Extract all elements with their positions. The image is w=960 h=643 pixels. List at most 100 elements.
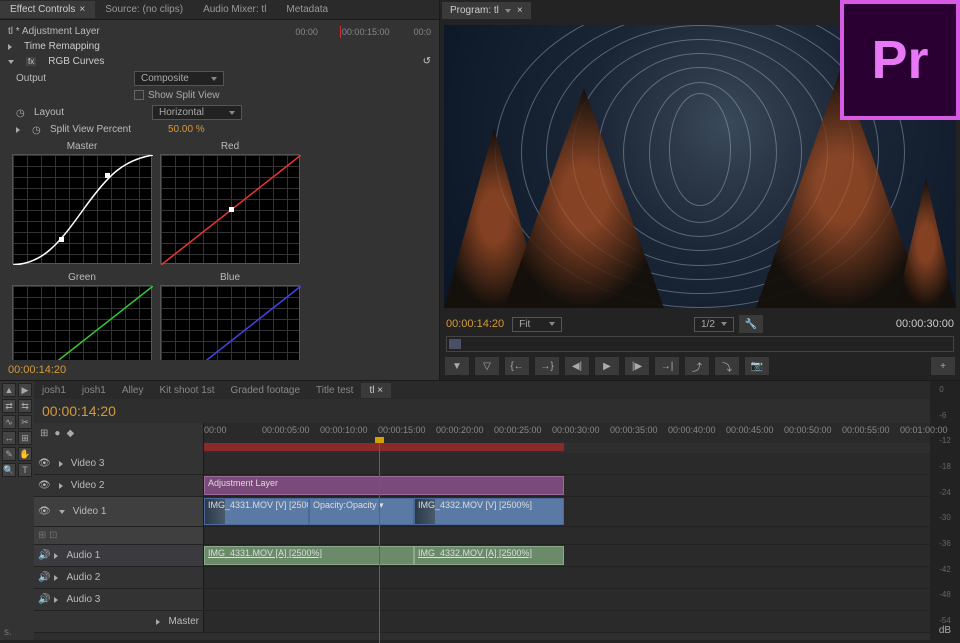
- program-fit-dropdown[interactable]: Fit: [512, 317, 562, 332]
- param-split-percent-label: Split View Percent: [50, 124, 160, 135]
- program-tc-left[interactable]: 00:00:14:20: [446, 318, 504, 330]
- meter-tick: -6: [939, 411, 951, 420]
- track-header-master[interactable]: Master: [34, 611, 204, 632]
- track-header-a1[interactable]: 🔊Audio 1: [34, 545, 204, 566]
- close-icon[interactable]: ×: [377, 385, 383, 396]
- ripple-tool[interactable]: ⇄: [2, 399, 16, 413]
- eye-icon[interactable]: 👁: [38, 458, 51, 469]
- timeline-playhead[interactable]: [379, 443, 380, 643]
- hand-tool[interactable]: ✋: [18, 447, 32, 461]
- slide-tool[interactable]: ⊞: [18, 431, 32, 445]
- mute-icon[interactable]: 🔊: [38, 594, 50, 605]
- timeline-ruler[interactable]: 00:0000:00:05:0000:00:10:0000:00:15:0000…: [204, 423, 930, 443]
- meter-tick: -48: [939, 590, 951, 599]
- ruler-tick: 00:00:05:00: [262, 425, 310, 435]
- curve-red[interactable]: [160, 154, 300, 264]
- track-header-v3[interactable]: 👁 Video 3: [34, 453, 204, 474]
- meter-tick: -18: [939, 462, 951, 471]
- extract-button[interactable]: ⤵: [714, 356, 740, 376]
- reset-icon[interactable]: ↺: [423, 56, 431, 67]
- step-forward-button[interactable]: |▶: [624, 356, 650, 376]
- program-tab[interactable]: Program: tl ×: [442, 2, 531, 19]
- track-header-a2[interactable]: 🔊Audio 2: [34, 567, 204, 588]
- rolling-tool[interactable]: ⇆: [18, 399, 32, 413]
- meter-tick: -12: [939, 436, 951, 445]
- effect-section-time-remapping[interactable]: Time Remapping: [4, 39, 435, 54]
- premiere-logo: Pr: [840, 0, 960, 120]
- close-icon[interactable]: ×: [79, 4, 85, 15]
- sequence-tab[interactable]: Alley: [114, 383, 152, 398]
- track-header-v2[interactable]: 👁 Video 2: [34, 475, 204, 496]
- marker-icon[interactable]: ◆: [66, 428, 74, 439]
- meter-tick: 0: [939, 385, 951, 394]
- program-zoom-dropdown[interactable]: 1/2: [694, 317, 734, 332]
- mute-icon[interactable]: 🔊: [38, 572, 50, 583]
- tab-audio-mixer[interactable]: Audio Mixer: tl: [193, 1, 276, 18]
- close-icon[interactable]: ×: [517, 5, 523, 16]
- pen-tool[interactable]: ✎: [2, 447, 16, 461]
- mark-out-button[interactable]: ▽: [474, 356, 500, 376]
- effect-section-rgb-curves[interactable]: fx RGB Curves ↺: [4, 54, 435, 69]
- clip-adjustment-layer[interactable]: Adjustment Layer: [204, 476, 564, 495]
- selection-tool[interactable]: ▲: [2, 383, 16, 397]
- effect-controls-panel: Effect Controls× Source: (no clips) Audi…: [0, 0, 440, 380]
- track-header-v1-sub[interactable]: ⊞ ⊡: [34, 527, 204, 544]
- mute-icon[interactable]: 🔊: [38, 550, 50, 561]
- go-to-in-button[interactable]: {←: [504, 356, 530, 376]
- ruler-tick: 00:00: [295, 27, 318, 37]
- wrench-icon[interactable]: 🔧: [738, 314, 764, 334]
- snap-icon[interactable]: ⊞: [40, 428, 48, 439]
- layout-dropdown[interactable]: Horizontal: [152, 105, 242, 120]
- ruler-tick: 00:00:20:00: [436, 425, 484, 435]
- tab-effect-controls[interactable]: Effect Controls×: [0, 1, 95, 18]
- effect-timecode[interactable]: 00:00:14:20: [0, 360, 439, 380]
- eye-icon[interactable]: 👁: [38, 480, 51, 491]
- sequence-tab[interactable]: Title test: [308, 383, 361, 398]
- tab-source[interactable]: Source: (no clips): [95, 1, 193, 18]
- play-button[interactable]: ▶: [594, 356, 620, 376]
- sequence-tab[interactable]: josh1: [34, 383, 74, 398]
- output-dropdown[interactable]: Composite: [134, 71, 224, 86]
- clip-audio[interactable]: IMG_4331.MOV [A] [2500%]: [204, 546, 414, 565]
- type-tool[interactable]: T: [18, 463, 32, 477]
- work-area-bar[interactable]: [204, 443, 930, 453]
- curve-green[interactable]: [12, 285, 152, 360]
- disclosure-icon: [59, 461, 63, 467]
- add-button[interactable]: +: [930, 356, 956, 376]
- clip-audio[interactable]: IMG_4332.MOV [A] [2500%]: [414, 546, 564, 565]
- stopwatch-icon[interactable]: ◷: [16, 108, 26, 118]
- eye-icon[interactable]: 👁: [38, 506, 51, 517]
- transport-controls: ▼ ▽ {← →} ◀| ▶ |▶ →| ⤴ ⤵ 📷 +: [440, 352, 960, 380]
- clip-video[interactable]: IMG_4331.MOV [V] [2500%]: [204, 498, 309, 525]
- timeline-timecode[interactable]: 00:00:14:20: [42, 403, 116, 419]
- step-back-button[interactable]: ◀|: [564, 356, 590, 376]
- mark-in-button[interactable]: ▼: [444, 356, 470, 376]
- zoom-tool[interactable]: 🔍: [2, 463, 16, 477]
- export-frame-button[interactable]: 📷: [744, 356, 770, 376]
- razor-tool[interactable]: ✂: [18, 415, 32, 429]
- clip-video-opacity[interactable]: Opacity:Opacity ▾: [309, 498, 414, 525]
- slip-tool[interactable]: ↔: [2, 431, 16, 445]
- sequence-tab[interactable]: Kit shoot 1st: [152, 383, 223, 398]
- show-split-checkbox[interactable]: Show Split View: [134, 90, 220, 101]
- track-header-v1[interactable]: 👁 Video 1: [34, 497, 204, 526]
- tab-metadata[interactable]: Metadata: [276, 1, 338, 18]
- clip-video[interactable]: IMG_4332.MOV [V] [2500%]: [414, 498, 564, 525]
- go-next-button[interactable]: →|: [654, 356, 680, 376]
- stopwatch-icon[interactable]: ◷: [32, 125, 42, 135]
- status-text: s.: [4, 627, 12, 638]
- program-scrubber[interactable]: [446, 336, 954, 352]
- go-to-out-button[interactable]: →}: [534, 356, 560, 376]
- scrubber-handle[interactable]: [449, 339, 461, 349]
- sequence-tab[interactable]: josh1: [74, 383, 114, 398]
- split-percent-value[interactable]: 50.00 %: [168, 124, 205, 135]
- lift-button[interactable]: ⤴: [684, 356, 710, 376]
- rate-tool[interactable]: ∿: [2, 415, 16, 429]
- sequence-tab[interactable]: tl ×: [361, 383, 391, 398]
- track-select-tool[interactable]: ▶: [18, 383, 32, 397]
- track-header-a3[interactable]: 🔊Audio 3: [34, 589, 204, 610]
- curve-master[interactable]: [12, 154, 152, 264]
- sequence-tab[interactable]: Graded footage: [223, 383, 309, 398]
- linked-selection-icon[interactable]: ●: [54, 428, 60, 439]
- curve-blue[interactable]: [160, 285, 300, 360]
